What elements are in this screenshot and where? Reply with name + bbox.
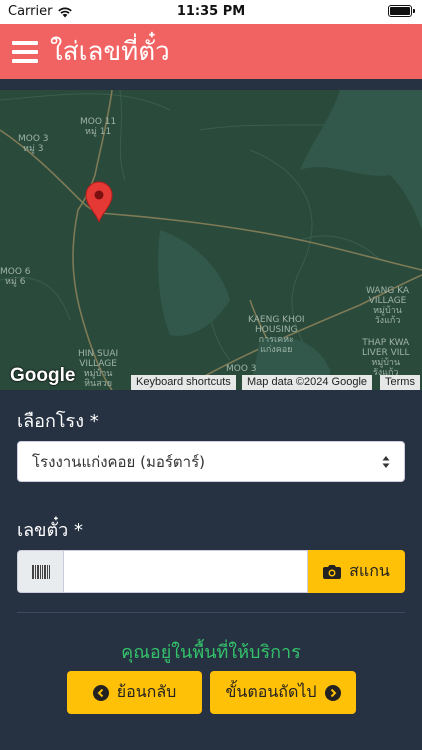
page-title: ใส่เลขที่ตั๋ว (50, 37, 170, 67)
map-label-moo3-north: MOO 3 หมู่ 3 (18, 134, 49, 154)
back-button-label: ย้อนกลับ (116, 682, 177, 701)
select-caret-icon (382, 456, 390, 468)
ticket-input-group: สแกน (17, 550, 405, 593)
terms-link[interactable]: Terms (380, 375, 420, 390)
barcode-icon (17, 550, 64, 593)
chevron-right-icon (324, 684, 341, 701)
map-label-wang-ka-village: WANG KA VILLAGE หมู่บ้าน วังแก้ว (366, 286, 409, 326)
ticket-form: เลือกโรง * โรงงานแก่งคอย (มอร์ตาร์) เลขต… (0, 390, 422, 750)
map-label-text: THAP KWA LIVER VILL หมู่บ้าน รังแก้ว (362, 338, 410, 378)
scan-button-label: สแกน (349, 561, 390, 580)
hamburger-menu-icon[interactable] (12, 40, 38, 63)
header-divider (0, 79, 422, 90)
map-data-attribution: Map data ©2024 Google (242, 375, 373, 390)
map-label-kaeng-khoi-housing: KAENG KHOI HOUSING การเคหะ แก่งคอย (248, 315, 305, 355)
map-label-moo11: MOO 11 หมู่ 11 (80, 117, 116, 137)
plant-select[interactable]: โรงงานแก่งคอย (มอร์ตาร์) (17, 441, 405, 482)
map-label-moo3-south: MOO 3 (226, 364, 257, 374)
location-pin-icon[interactable] (84, 181, 114, 223)
map-roads (0, 90, 422, 390)
map-view[interactable]: MOO 3 หมู่ 3 MOO 11 หมู่ 11 MOO 6 หมู่ 6… (0, 90, 422, 390)
map-label-text: MOO 3 (226, 364, 257, 374)
back-button[interactable]: ย้อนกลับ (67, 671, 202, 714)
map-label-thap-kwa: THAP KWA LIVER VILL หมู่บ้าน รังแก้ว (362, 338, 409, 378)
map-label-text: MOO 3 หมู่ 3 (18, 134, 49, 154)
next-step-button[interactable]: ขั้นตอนถัดไป (210, 671, 356, 714)
plant-label: เลือกโรง * (17, 411, 99, 432)
status-time: 11:35 PM (176, 4, 246, 19)
app-header: ใส่เลขที่ตั๋ว (0, 24, 422, 79)
map-label-text: HIN SUAI VILLAGE หมู่บ้าน หินสวย (78, 349, 119, 389)
chevron-left-icon (92, 684, 109, 701)
camera-icon (323, 565, 342, 579)
plant-select-value: โรงงานแก่งคอย (มอร์ตาร์) (32, 452, 205, 471)
service-area-status: คุณอยู่ในพื้นที่ให้บริการ (121, 642, 301, 663)
status-bar: Carrier 11:35 PM (0, 0, 422, 24)
ticket-number-label: เลขตั๋ว * (17, 520, 84, 541)
map-label-hin-suai-village: HIN SUAI VILLAGE หมู่บ้าน หินสวย (78, 349, 118, 389)
google-logo: Google (10, 365, 76, 386)
map-label-text: WANG KA VILLAGE หมู่บ้าน วังแก้ว (366, 286, 410, 326)
battery-icon (388, 5, 415, 17)
next-button-label: ขั้นตอนถัดไป (225, 682, 317, 701)
map-label-moo6: MOO 6 หมู่ 6 (0, 267, 31, 287)
map-label-text: MOO 6 หมู่ 6 (0, 267, 31, 287)
form-divider (17, 612, 405, 613)
map-label-text: KAENG KHOI HOUSING การเคหะ แก่งคอย (248, 315, 305, 355)
ticket-number-input[interactable] (64, 550, 308, 593)
scan-button[interactable]: สแกน (308, 550, 405, 593)
keyboard-shortcuts-link[interactable]: Keyboard shortcuts (131, 375, 236, 390)
map-label-text: MOO 11 หมู่ 11 (80, 117, 117, 137)
